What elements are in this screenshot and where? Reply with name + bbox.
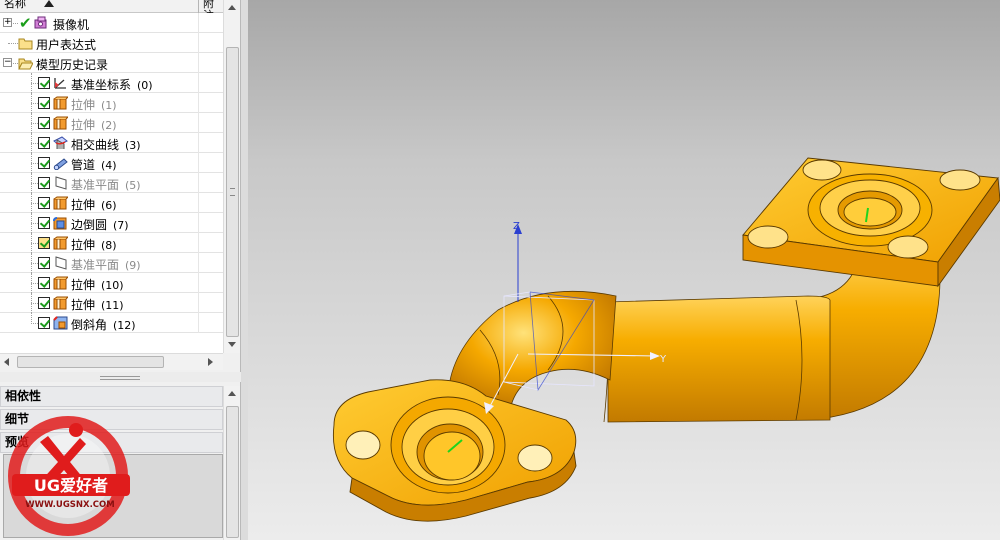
graphics-window[interactable]: Z Y bbox=[248, 0, 1000, 540]
sash[interactable] bbox=[241, 0, 248, 540]
scroll-up-arrow-icon[interactable] bbox=[228, 391, 236, 396]
datum-plane-icon bbox=[55, 176, 67, 190]
tree-node-user-expressions[interactable]: 用户表达式 bbox=[0, 33, 223, 53]
scroll-up-arrow-icon[interactable] bbox=[228, 5, 236, 10]
feature-label: 基准坐标系 (0) bbox=[71, 78, 153, 92]
feature-label: 管道 (4) bbox=[71, 158, 117, 172]
tree-horizontal-scrollbar[interactable] bbox=[0, 353, 223, 370]
collapse-minus-icon[interactable]: − bbox=[3, 58, 12, 67]
feature-label: 基准平面 (5) bbox=[71, 178, 141, 192]
visibility-checkbox-current[interactable] bbox=[38, 237, 50, 249]
visibility-checkbox[interactable] bbox=[38, 177, 50, 189]
folder-icon bbox=[18, 38, 33, 50]
feature-row[interactable]: 倒斜角 (12) bbox=[0, 313, 223, 333]
chamfer-icon bbox=[53, 316, 68, 330]
tree-node-model-history[interactable]: − 模型历史记录 bbox=[0, 53, 223, 73]
panel-splitter[interactable] bbox=[0, 372, 241, 382]
feature-label: 倒斜角 (12) bbox=[71, 318, 136, 332]
sort-ascending-icon bbox=[44, 0, 54, 7]
feature-row[interactable]: 拉伸 (11) bbox=[0, 293, 223, 313]
feature-label: 边倒圆 (7) bbox=[71, 218, 129, 232]
feature-label: 拉伸 (10) bbox=[71, 278, 124, 292]
extrude-icon bbox=[53, 276, 68, 290]
tree-header: 名称 附注 bbox=[0, 0, 223, 22]
visibility-checkbox[interactable] bbox=[38, 297, 50, 309]
intersection-curve-icon bbox=[53, 136, 68, 149]
visibility-checkbox[interactable] bbox=[38, 217, 50, 229]
datum-plane-icon bbox=[55, 256, 67, 270]
green-check-icon: ✔ bbox=[19, 14, 32, 32]
tree-vertical-scrollbar[interactable] bbox=[223, 0, 240, 353]
feature-label: 拉伸 (11) bbox=[71, 298, 124, 312]
scroll-right-arrow-icon[interactable] bbox=[208, 358, 213, 366]
part-navigator: 名称 附注 + ✔ 摄像机 用户表达式 bbox=[0, 0, 241, 540]
visibility-checkbox[interactable] bbox=[38, 137, 50, 149]
feature-row[interactable]: 相交曲线 (3) bbox=[0, 133, 223, 153]
extrude-icon bbox=[53, 196, 68, 210]
tree-node-label: 摄像机 bbox=[53, 18, 90, 32]
feature-row[interactable]: 边倒圆 (7) bbox=[0, 213, 223, 233]
feature-row[interactable]: 基准平面 (9) bbox=[0, 253, 223, 273]
scroll-thumb[interactable] bbox=[226, 47, 239, 337]
feature-row[interactable]: 基准坐标系 (0) bbox=[0, 73, 223, 93]
scroll-thumb[interactable] bbox=[17, 356, 164, 368]
ugsnx-watermark-logo: UG爱好者 WWW.UGSNX.COM bbox=[8, 416, 130, 536]
feature-label: 拉伸 (6) bbox=[71, 198, 117, 212]
feature-label: 拉伸 (8) bbox=[71, 238, 117, 252]
datum-csys-icon bbox=[54, 78, 66, 89]
pipe-model[interactable]: Z Y bbox=[248, 0, 1000, 540]
camera-icon bbox=[34, 16, 47, 29]
feature-tree: + ✔ 摄像机 用户表达式 − 模型历史记录 基准坐标系 (0) 拉伸 (1) … bbox=[0, 13, 223, 353]
panel-vertical-scrollbar[interactable] bbox=[223, 386, 240, 540]
visibility-checkbox[interactable] bbox=[38, 257, 50, 269]
watermark-url: WWW.UGSNX.COM bbox=[25, 500, 114, 510]
visibility-checkbox[interactable] bbox=[38, 277, 50, 289]
tube-icon bbox=[53, 158, 68, 170]
feature-row[interactable]: 拉伸 (6) bbox=[0, 193, 223, 213]
feature-row[interactable]: 拉伸 (2) bbox=[0, 113, 223, 133]
z-axis-label: Z bbox=[513, 221, 520, 232]
extrude-icon bbox=[53, 236, 68, 250]
scroll-left-arrow-icon[interactable] bbox=[4, 358, 9, 366]
panel-dependencies[interactable]: 相依性 bbox=[0, 386, 223, 407]
visibility-checkbox[interactable] bbox=[38, 117, 50, 129]
column-divider[interactable] bbox=[198, 0, 199, 13]
visibility-checkbox[interactable] bbox=[38, 97, 50, 109]
expand-plus-icon[interactable]: + bbox=[3, 18, 12, 27]
feature-label: 相交曲线 (3) bbox=[71, 138, 141, 152]
extrude-icon bbox=[53, 116, 68, 130]
visibility-checkbox[interactable] bbox=[38, 197, 50, 209]
column-header-name[interactable]: 名称 bbox=[4, 0, 26, 10]
edge-blend-icon bbox=[53, 217, 67, 230]
visibility-checkbox[interactable] bbox=[38, 157, 50, 169]
feature-label: 基准平面 (9) bbox=[71, 258, 141, 272]
feature-row[interactable]: 拉伸 (10) bbox=[0, 273, 223, 293]
feature-label: 拉伸 (2) bbox=[71, 118, 117, 132]
open-folder-icon bbox=[18, 58, 33, 70]
y-axis-label: Y bbox=[659, 354, 667, 365]
scroll-thumb[interactable] bbox=[226, 406, 239, 538]
visibility-checkbox[interactable] bbox=[38, 317, 50, 329]
watermark-brand: UG爱好者 bbox=[34, 476, 108, 495]
extrude-icon bbox=[53, 96, 68, 110]
extrude-icon bbox=[53, 296, 68, 310]
feature-row[interactable]: 管道 (4) bbox=[0, 153, 223, 173]
feature-row[interactable]: 基准平面 (5) bbox=[0, 173, 223, 193]
feature-label: 拉伸 (1) bbox=[71, 98, 117, 112]
feature-row[interactable]: 拉伸 (1) bbox=[0, 93, 223, 113]
tree-node-camera[interactable]: + ✔ 摄像机 bbox=[0, 13, 223, 33]
scroll-down-arrow-icon[interactable] bbox=[228, 342, 236, 347]
visibility-checkbox[interactable] bbox=[38, 77, 50, 89]
tree-node-label: 用户表达式 bbox=[36, 38, 97, 52]
feature-row[interactable]: 拉伸 (8) bbox=[0, 233, 223, 253]
tree-node-label: 模型历史记录 bbox=[36, 58, 109, 72]
